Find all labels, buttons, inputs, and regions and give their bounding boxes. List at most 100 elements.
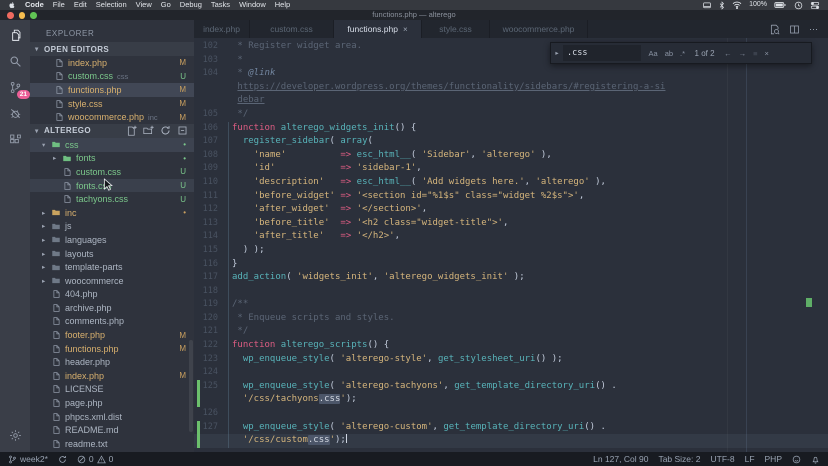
next-match-icon[interactable]: → [739,49,747,58]
tree-item-README.md[interactable]: README.md [30,423,194,437]
open-editor-custom.css[interactable]: custom.csscssU [30,70,194,84]
open-preview-icon[interactable] [769,24,780,35]
split-editor-icon[interactable] [789,24,800,35]
code-line-104[interactable]: 104 * @link [194,67,828,81]
encoding[interactable]: UTF-8 [711,454,735,464]
tree-item-archive.php[interactable]: archive.php [30,301,194,315]
tree-item-header.php[interactable]: header.php [30,355,194,369]
settings-gear[interactable] [9,428,22,442]
tree-item-page.php[interactable]: page.php [30,396,194,410]
menu-item-window[interactable]: Window [239,0,266,10]
eol[interactable]: LF [745,454,755,464]
code-line-109[interactable]: 109 'id' => 'sidebar-1', [194,162,828,176]
window-minimize-button[interactable] [19,12,26,19]
code-line-wrap[interactable]: debar [194,94,828,108]
activity-debug[interactable] [9,106,22,120]
tree-item-fonts[interactable]: ▸fonts• [30,152,194,166]
code-line-111[interactable]: 111 'before_widget' => '<section id="%1$… [194,190,828,204]
menu-item-tasks[interactable]: Tasks [211,0,230,10]
code-line-127[interactable]: 127 wp_enqueue_style( 'alterego-custom',… [194,421,828,435]
activity-source-control[interactable]: 21 [9,80,22,94]
previous-match-icon[interactable]: ← [724,49,732,58]
code-line-120[interactable]: 120 * Enqueue scripts and styles. [194,312,828,326]
code-line-125[interactable]: 125 wp_enqueue_style( 'alterego-tachyons… [194,380,828,394]
code-line-112[interactable]: 112 'after_widget' => '</section>', [194,203,828,217]
menu-item-edit[interactable]: Edit [74,0,87,10]
window-close-button[interactable] [7,12,14,19]
tree-item-inc[interactable]: ▸inc• [30,206,194,220]
menu-item-debug[interactable]: Debug [180,0,202,10]
activity-search[interactable] [9,54,22,68]
open-editors-header[interactable]: ▾OPEN EDITORS [30,42,194,56]
new-folder-icon[interactable] [143,125,154,136]
notifications-bell[interactable] [811,455,820,464]
menu-item-file[interactable]: File [53,0,65,10]
tab-size[interactable]: Tab Size: 2 [658,454,700,464]
tab-custom.css[interactable]: custom.css [250,20,334,38]
tab-woocommerce.php[interactable]: woocommerce.php [490,20,588,38]
code-line-115[interactable]: 115 ) ); [194,244,828,258]
code-line-116[interactable]: 116} [194,258,828,272]
code-line-123[interactable]: 123 wp_enqueue_style( 'alterego-style', … [194,353,828,367]
tree-item-layouts[interactable]: ▸layouts [30,247,194,261]
find-close-icon[interactable]: × [764,49,768,58]
regex-icon[interactable]: .* [680,49,685,58]
tree-item-functions.php[interactable]: functions.phpM [30,342,194,356]
code-line-117[interactable]: 117add_action( 'widgets_init', 'alterego… [194,271,828,285]
code-line-106[interactable]: 106function alterego_widgets_init() { [194,122,828,136]
collapse-folders-icon[interactable] [177,125,188,136]
code-line-121[interactable]: 121 */ [194,325,828,339]
activity-explorer[interactable] [9,28,22,42]
project-header[interactable]: ▾ALTEREGO [30,124,194,138]
tree-item-index.php[interactable]: index.phpM [30,369,194,383]
language-mode[interactable]: PHP [765,454,782,464]
code-line-119[interactable]: 119/** [194,298,828,312]
tree-item-LICENSE[interactable]: LICENSE [30,383,194,397]
code-line-wrap[interactable]: https://developer.wordpress.org/themes/f… [194,81,828,95]
feedback-smiley[interactable] [792,455,801,464]
code-line-126[interactable]: 126 [194,407,828,421]
refresh-explorer-icon[interactable] [160,125,171,136]
code-line-105[interactable]: 105 */ [194,108,828,122]
cursor-position[interactable]: Ln 127, Col 90 [593,454,648,464]
window-title-bar[interactable]: functions.php — alterego [0,10,828,20]
tab-functions.php[interactable]: functions.php× [334,20,422,38]
tab-index.php[interactable]: index.php [194,20,250,38]
tree-item-tachyons.css[interactable]: tachyons.cssU [30,192,194,206]
sync-indicator[interactable] [58,455,67,464]
open-editor-style.css[interactable]: style.cssM [30,97,194,111]
tree-item-languages[interactable]: ▸languages [30,233,194,247]
tree-item-custom.css[interactable]: custom.cssU [30,165,194,179]
tree-item-footer.php[interactable]: footer.phpM [30,328,194,342]
new-file-icon[interactable] [126,125,137,136]
tree-item-js[interactable]: ▸js [30,220,194,234]
activity-extensions[interactable] [9,132,22,146]
menu-item-help[interactable]: Help [275,0,290,10]
menu-item-selection[interactable]: Selection [96,0,127,10]
close-tab-icon[interactable]: × [403,25,408,34]
find-input[interactable]: .css [563,45,641,61]
whole-word-icon[interactable]: ab [665,49,673,58]
code-line-wrap[interactable]: '/css/tachyons.css'); [194,393,828,407]
tree-item-comments.php[interactable]: comments.php [30,315,194,329]
open-editor-woocommerce.php[interactable]: woocommerce.phpincM [30,110,194,124]
code-line-118[interactable]: 118 [194,285,828,299]
tree-item-template-parts[interactable]: ▸template-parts [30,260,194,274]
code-line-107[interactable]: 107 register_sidebar( array( [194,135,828,149]
menu-item-code[interactable]: Code [25,0,44,10]
menu-item-view[interactable]: View [136,0,152,10]
tree-item-css[interactable]: ▾css• [30,138,194,152]
tab-style.css[interactable]: style.css [422,20,490,38]
code-line-wrap[interactable]: '/css/custom.css'); [194,434,828,448]
find-expand-icon[interactable]: ▸ [551,49,563,57]
open-editor-functions.php[interactable]: functions.phpM [30,83,194,97]
code-line-114[interactable]: 114 'after_title' => '</h2>', [194,230,828,244]
tree-item-readme.txt[interactable]: readme.txt [30,437,194,451]
code-line-122[interactable]: 122function alterego_scripts() { [194,339,828,353]
tree-item-woocommerce[interactable]: ▸woocommerce [30,274,194,288]
menu-item-go[interactable]: Go [161,0,171,10]
open-editor-index.php[interactable]: index.phpM [30,56,194,70]
code-line-108[interactable]: 108 'name' => esc_html__( 'Sidebar', 'al… [194,149,828,163]
code-line-113[interactable]: 113 'before_title' => '<h2 class="widget… [194,217,828,231]
git-branch-indicator[interactable]: week2* [8,454,48,464]
